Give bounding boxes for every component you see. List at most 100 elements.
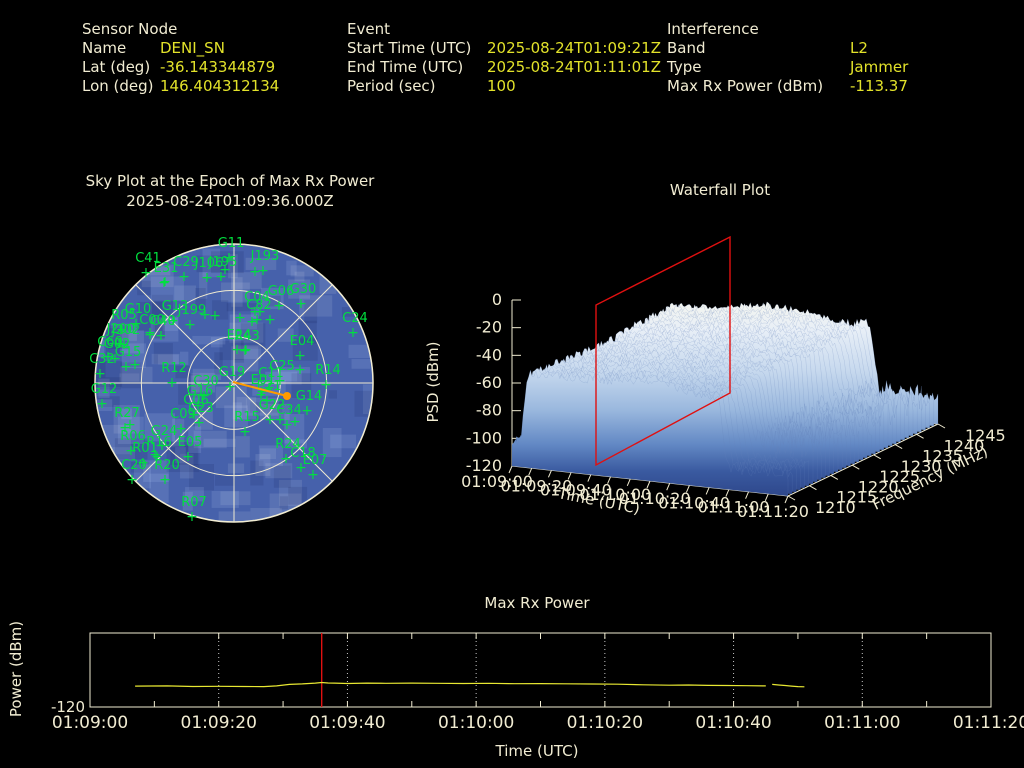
power-plot-title: Max Rx Power — [484, 594, 590, 612]
satellite-cross-R07: + — [186, 509, 198, 525]
interference-title: Interference — [667, 20, 759, 38]
satellite-cross: + — [264, 312, 276, 328]
power-time-tick-label: 01:09:20 — [181, 713, 257, 733]
power-time-tick-label: 01:09:00 — [52, 713, 128, 733]
sensor-node-title: Sensor Node — [82, 20, 178, 38]
power-plot-frame — [89, 632, 992, 708]
satellite-cross-R20: + — [159, 472, 171, 488]
satellite-cross-C41: + — [140, 265, 152, 281]
event-period-label: Period (sec) — [347, 77, 436, 95]
interference-panel: Interference Band L2 Type Jammer Max Rx … — [667, 20, 908, 96]
interference-band-row: Band L2 — [667, 39, 908, 58]
sensor-lon-row: Lon (deg) 146.404312134 — [82, 77, 279, 96]
max-rx-power-trace — [772, 683, 805, 688]
sensor-lon-value: 146.404312134 — [160, 77, 280, 95]
sky-plot: G11+ J193+C41+C29+J106+J195+E31+G06+G30+C… — [89, 236, 374, 525]
waterfall-z-axis-label: PSD (dBm) — [424, 341, 442, 423]
satellite-label-R15: R15 — [234, 410, 260, 425]
event-title: Event — [347, 20, 390, 38]
satellite-cross-G30: + — [295, 296, 307, 312]
satellite-cross-J106: + — [201, 270, 213, 286]
satellite-cross: + — [240, 342, 252, 358]
skyplot-epoch-subtitle: 2025-08-24T01:09:36.000Z — [126, 192, 334, 210]
sensor-name-value: DENI_SN — [160, 39, 225, 57]
satellite-label-G11: G11 — [218, 236, 245, 251]
event-panel: Event Start Time (UTC) 2025-08-24T01:09:… — [347, 20, 661, 96]
interference-type-row: Type Jammer — [667, 58, 908, 77]
event-end-value: 2025-08-24T01:11:01Z — [487, 58, 661, 76]
event-start-value: 2025-08-24T01:09:21Z — [487, 39, 661, 57]
waterfall-title: Waterfall Plot — [669, 181, 771, 199]
satellite-label-G14: G14 — [296, 389, 323, 404]
satellite-cross: + — [249, 264, 261, 280]
satellite-label-C20: C20 — [121, 458, 147, 473]
satellite-cross: + — [234, 310, 246, 326]
interference-power-row: Max Rx Power (dBm) -113.37 — [667, 77, 908, 96]
satellite-cross-E07: + — [307, 467, 319, 483]
sensor-lat-label: Lat (deg) — [82, 58, 151, 76]
gnss-interference-dashboard: G11 + J193 + C41 + C29 + J106 + J195 + E31 + G06 + G30 + C… — [0, 0, 1024, 768]
satellite-cross: + — [294, 362, 306, 378]
psd-tick-label: -80 — [476, 401, 502, 420]
satellite-cross-R12: + — [166, 375, 178, 391]
satellite-label-J193: J193 — [250, 249, 280, 264]
interference-band-value: L2 — [850, 39, 868, 57]
satellite-label-R12: R12 — [161, 361, 187, 376]
event-end-row: End Time (UTC) 2025-08-24T01:11:01Z — [347, 58, 661, 77]
max-rx-power-trace — [135, 681, 766, 688]
interference-type-value: Jammer — [850, 58, 909, 76]
interference-type-label: Type — [667, 58, 702, 76]
power-time-tick-label: 01:10:40 — [695, 713, 771, 733]
satellite-label-C24: C24 — [342, 311, 368, 326]
power-time-tick-label: 01:09:40 — [309, 713, 385, 733]
satellite-cross: + — [159, 274, 171, 290]
sensor-node-panel: Sensor Node Name DENI_SN Lat (deg) -36.1… — [82, 20, 279, 96]
psd-tick-label: 0 — [492, 290, 502, 309]
satellite-cross: + — [289, 414, 301, 430]
satellite-cross-E05: + — [182, 449, 194, 465]
sensor-name-label: Name — [82, 39, 127, 57]
power-time-tick-label: 01:10:20 — [567, 713, 643, 733]
event-period-row: Period (sec) 100 — [347, 77, 661, 96]
power-ymin-tick-label: -120 — [50, 698, 85, 716]
satellite-cross: + — [209, 308, 221, 324]
satellite-cross-C29: + — [178, 269, 190, 285]
sensor-lat-row: Lat (deg) -36.143344879 — [82, 58, 279, 77]
waterfall-surface — [511, 301, 939, 497]
power-time-tick-label: 01:11:00 — [824, 713, 900, 733]
event-end-label: End Time (UTC) — [347, 58, 464, 76]
psd-tick-label: -100 — [466, 428, 502, 447]
power-y-axis-label: Power (dBm) — [7, 620, 25, 718]
satellite-cross: + — [124, 417, 136, 433]
psd-tick-label: -60 — [476, 373, 502, 392]
event-period-value: 100 — [487, 77, 516, 95]
satellite-label-R07: R07 — [181, 495, 207, 510]
satellite-cross-C24: + — [347, 325, 359, 341]
satellite-label-C09: C09 — [170, 407, 196, 422]
event-start-label: Start Time (UTC) — [347, 39, 472, 57]
sensor-lon-label: Lon (deg) — [82, 77, 154, 95]
satellite-cross: + — [256, 384, 268, 400]
satellite-label-G30: G30 — [290, 282, 317, 297]
power-time-tick-label: 01:11:20 — [953, 713, 1024, 733]
psd-tick-label: -40 — [476, 345, 502, 364]
psd-tick-label: -20 — [476, 318, 502, 337]
satellite-cross-C32: + — [94, 366, 106, 382]
satellite-label-E07: E07 — [303, 453, 328, 468]
satellite-cross-R15: + — [239, 424, 251, 440]
max-rx-power-plot: 01:09:00 01:09:20 01:09:40 01:10:00 01:10:20… — [52, 632, 1024, 733]
skyplot-title: Sky Plot at the Epoch of Max Rx Power — [85, 172, 375, 190]
interference-band-label: Band — [667, 39, 706, 57]
interference-source-dot — [283, 392, 291, 400]
satellite-cross: + — [219, 262, 231, 278]
interference-power-value: -113.37 — [850, 77, 908, 95]
sensor-name-row: Name DENI_SN — [82, 39, 279, 58]
satellite-cross-J199: + — [184, 317, 196, 333]
interference-power-label: Max Rx Power (dBm) — [667, 77, 824, 95]
satellite-label-E04: E04 — [290, 334, 315, 349]
satellite-label-R05: R05 — [111, 308, 137, 323]
satellite-cross: + — [129, 357, 141, 373]
waterfall-time-tick-label: 01:11:20 — [737, 502, 809, 521]
charts-canvas: G11+ J193+C41+C29+J106+J195+E31+G06+G30+C… — [52, 235, 1024, 733]
satellite-cross-C40: + — [155, 328, 167, 344]
